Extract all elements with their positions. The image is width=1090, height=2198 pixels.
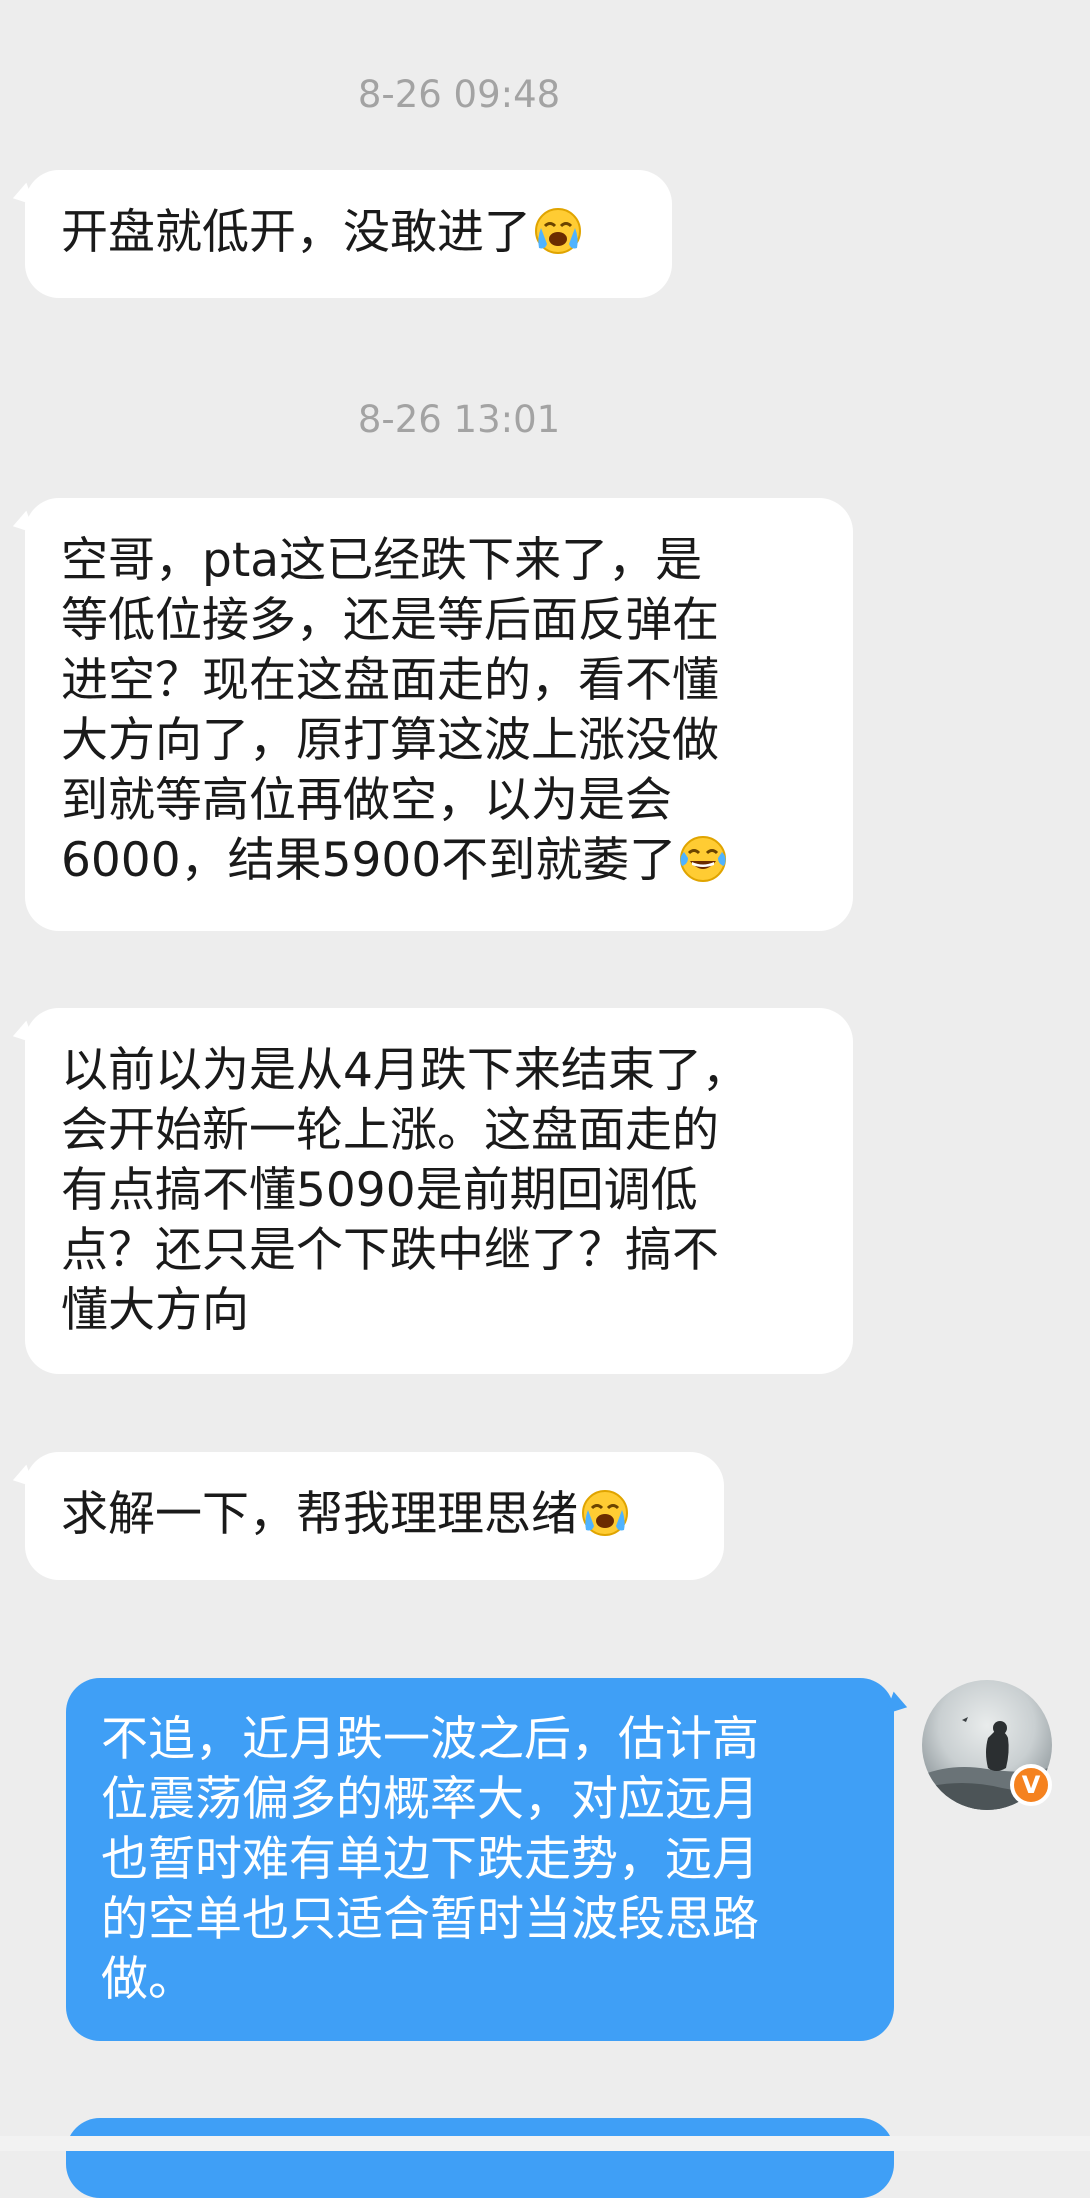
loudly-crying-face-icon <box>535 208 581 254</box>
message-bubble-outgoing-partial[interactable] <box>66 2118 894 2198</box>
message-text: 求解一下，帮我理理思绪 <box>61 1487 578 1542</box>
message-bubble-outgoing[interactable]: 不追，近月跌一波之后，估计高 位震荡偏多的概率大，对应远月 也暂时难有单边下跌走… <box>66 1678 894 2041</box>
message-text: 以前以为是从4月跌下来结束了， 会开始新一轮上涨。这盘面走的 有点搞不懂5090… <box>61 1043 749 1338</box>
message-bubble[interactable]: 求解一下，帮我理理思绪 <box>25 1452 724 1580</box>
loudly-crying-face-icon <box>582 1490 628 1536</box>
message-bubble[interactable]: 空哥，pta这已经跌下来了，是 等低位接多，还是等后面反弹在 进空？现在这盘面走… <box>25 498 853 931</box>
message-text: 空哥，pta这已经跌下来了，是 等低位接多，还是等后面反弹在 进空？现在这盘面走… <box>61 533 719 888</box>
verified-badge-icon: V <box>1010 1764 1052 1806</box>
message-text: 开盘就低开，没敢进了 <box>61 205 531 260</box>
message-text: 不追，近月跌一波之后，估计高 位震荡偏多的概率大，对应远月 也暂时难有单边下跌走… <box>101 1712 759 2007</box>
screen-bottom-edge <box>0 2136 1090 2151</box>
message-bubble[interactable]: 开盘就低开，没敢进了 <box>25 170 672 298</box>
timestamp: 8-26 09:48 <box>357 73 561 116</box>
timestamp: 8-26 13:01 <box>357 398 561 441</box>
face-with-tears-of-joy-icon <box>680 836 727 882</box>
message-bubble[interactable]: 以前以为是从4月跌下来结束了， 会开始新一轮上涨。这盘面走的 有点搞不懂5090… <box>25 1008 853 1374</box>
